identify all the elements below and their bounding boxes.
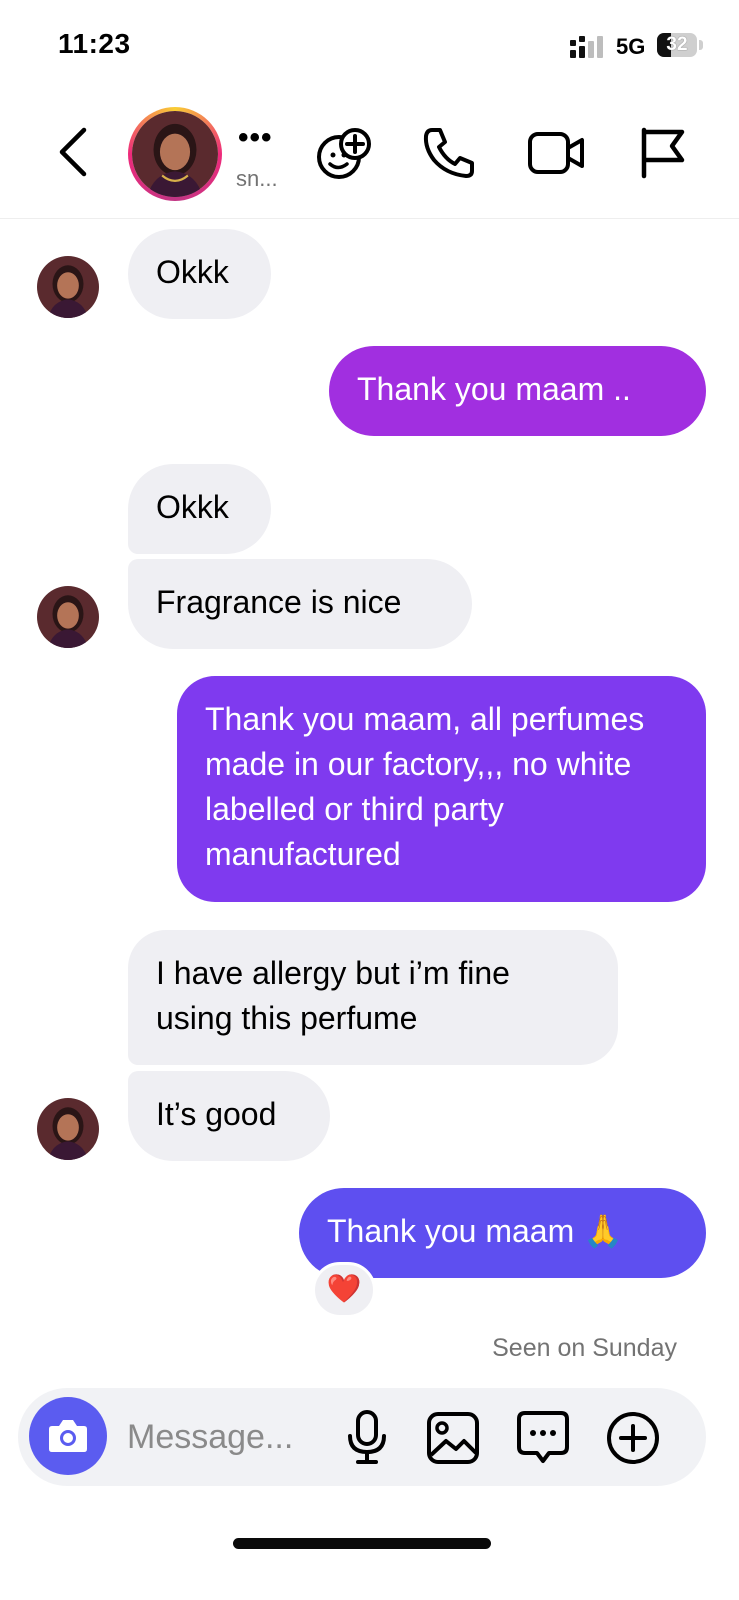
plus-icon[interactable]: [605, 1410, 661, 1466]
battery-cap: [699, 40, 703, 50]
message-bubble-incoming[interactable]: It’s good: [128, 1071, 330, 1161]
message-input[interactable]: [127, 1414, 327, 1460]
home-indicator: [233, 1538, 491, 1549]
video-camera-icon[interactable]: [526, 128, 588, 178]
flag-icon[interactable]: [636, 124, 690, 180]
seen-status: Seen on Sunday: [492, 1334, 677, 1362]
network-type: 5G: [616, 34, 646, 59]
gallery-icon[interactable]: [426, 1411, 480, 1465]
avatar-photo: [132, 111, 218, 197]
status-time: 11:23: [58, 28, 131, 59]
heart-reaction[interactable]: ❤️: [312, 1262, 376, 1318]
username[interactable]: sn...: [236, 166, 278, 192]
message-bubble-incoming[interactable]: Fragrance is nice: [128, 559, 472, 649]
phone-icon[interactable]: [418, 124, 478, 182]
sender-avatar[interactable]: [37, 1098, 99, 1160]
message-bubble-incoming[interactable]: Okkk: [128, 229, 271, 319]
camera-icon: [49, 1420, 87, 1452]
battery-level: 32: [666, 34, 688, 55]
sender-avatar[interactable]: [37, 586, 99, 648]
profile-avatar[interactable]: [128, 107, 222, 201]
camera-button[interactable]: [29, 1397, 107, 1475]
back-chevron-icon[interactable]: [52, 124, 94, 180]
message-bubble-outgoing[interactable]: Thank you maam, all perfumes made in our…: [177, 676, 706, 902]
sender-avatar[interactable]: [37, 256, 99, 318]
message-bubble-incoming[interactable]: Okkk: [128, 464, 271, 554]
battery-icon: 32: [657, 33, 697, 57]
signal-icon: [570, 36, 603, 58]
add-people-icon[interactable]: [312, 124, 374, 182]
message-bubble-incoming[interactable]: I have allergy but i’m fine using this p…: [128, 930, 618, 1065]
message-bubble-outgoing[interactable]: Thank you maam ..: [329, 346, 706, 436]
microphone-icon[interactable]: [344, 1408, 390, 1468]
more-dots[interactable]: •••: [238, 123, 273, 153]
sticker-icon[interactable]: [515, 1409, 571, 1467]
